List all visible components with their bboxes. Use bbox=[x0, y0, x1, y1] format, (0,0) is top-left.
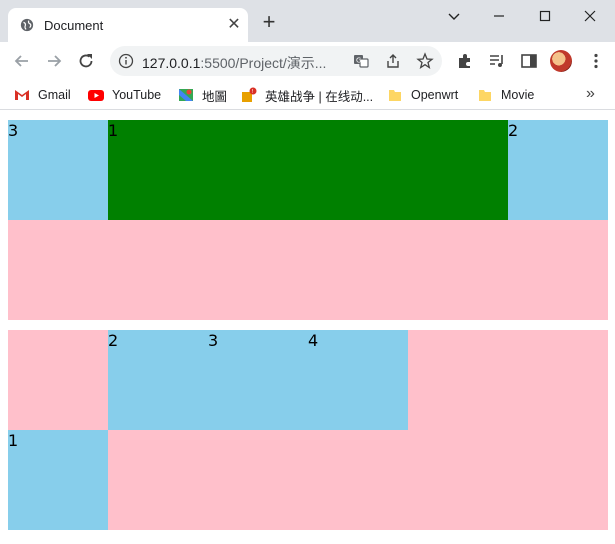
close-tab-icon[interactable]: ✕ bbox=[226, 17, 242, 33]
bookmark-openwrt[interactable]: Openwrt bbox=[387, 86, 458, 104]
globe-icon bbox=[20, 18, 34, 32]
address-bar[interactable]: 127.0.0.1:5500/Project/演示... G bbox=[110, 46, 442, 76]
folder-icon bbox=[477, 87, 493, 103]
bookmark-label: Movie bbox=[501, 88, 535, 102]
bookmark-label: 地圖 bbox=[202, 89, 228, 104]
grid-item-3: 3 bbox=[208, 330, 308, 430]
grid-item-2: 2 bbox=[108, 330, 208, 430]
bookmark-game[interactable]: ! 英雄战争 | 在线动... bbox=[241, 86, 373, 104]
more-bookmarks-icon[interactable]: » bbox=[586, 85, 595, 103]
maximize-icon[interactable] bbox=[535, 6, 555, 26]
url-text: 127.0.0.1:5500/Project/演示... bbox=[142, 53, 326, 73]
gmail-icon bbox=[14, 87, 30, 103]
chevron-down-icon[interactable] bbox=[444, 6, 464, 26]
url-path: :5500/Project/演示... bbox=[200, 55, 327, 71]
reload-icon[interactable] bbox=[76, 51, 96, 71]
profile-avatar[interactable] bbox=[550, 50, 572, 72]
minimize-icon[interactable] bbox=[489, 6, 509, 26]
grid-container-1: 3 1 2 bbox=[8, 120, 608, 320]
svg-text:G: G bbox=[356, 57, 361, 65]
media-icon[interactable] bbox=[487, 51, 507, 71]
close-window-icon[interactable] bbox=[580, 6, 600, 26]
grid-item-1: 1 bbox=[108, 120, 508, 220]
menu-icon[interactable] bbox=[586, 51, 606, 71]
bookmark-youtube[interactable]: YouTube bbox=[88, 86, 161, 104]
game-icon: ! bbox=[241, 87, 257, 103]
grid-item-3: 3 bbox=[8, 120, 108, 220]
toolbar: 127.0.0.1:5500/Project/演示... G bbox=[0, 42, 615, 80]
grid-item-4: 4 bbox=[308, 330, 408, 430]
bookmark-label: 英雄战争 | 在线动... bbox=[265, 89, 374, 104]
forward-icon[interactable] bbox=[44, 51, 64, 71]
info-icon[interactable] bbox=[118, 53, 134, 69]
bookmark-label: Openwrt bbox=[411, 88, 459, 102]
folder-icon bbox=[387, 87, 403, 103]
bookmark-label: YouTube bbox=[112, 88, 162, 102]
svg-text:!: ! bbox=[252, 89, 254, 95]
share-icon[interactable] bbox=[384, 52, 402, 70]
bookmarks-bar: Gmail YouTube 地圖 ! 英雄战争 | 在线动... Openwrt bbox=[0, 80, 615, 110]
bookmark-gmail[interactable]: Gmail bbox=[14, 86, 71, 104]
page-content: 3 1 2 2 3 4 1 bbox=[0, 111, 615, 544]
bookmark-maps[interactable]: 地圖 bbox=[178, 86, 227, 104]
translate-icon[interactable]: G bbox=[352, 52, 370, 70]
title-bar: Document ✕ + bbox=[0, 0, 615, 42]
grid-container-2: 2 3 4 1 bbox=[8, 330, 608, 530]
youtube-icon bbox=[88, 87, 104, 103]
side-panel-icon[interactable] bbox=[519, 51, 539, 71]
tab-title: Document bbox=[44, 18, 104, 33]
star-icon[interactable] bbox=[416, 52, 434, 70]
back-icon[interactable] bbox=[12, 51, 32, 71]
grid-item-1: 1 bbox=[8, 430, 108, 530]
url-host: 127.0.0.1 bbox=[142, 55, 201, 71]
tab-document[interactable]: Document ✕ bbox=[8, 8, 248, 42]
browser-window: Document ✕ + 127.0.0.1:5500/Project/演示..… bbox=[0, 0, 615, 544]
extensions-icon[interactable] bbox=[455, 51, 475, 71]
bookmark-movie[interactable]: Movie bbox=[477, 86, 534, 104]
grid-item-2: 2 bbox=[508, 120, 608, 220]
new-tab-button[interactable]: + bbox=[259, 11, 279, 33]
bookmark-label: Gmail bbox=[38, 88, 71, 102]
maps-icon bbox=[178, 87, 194, 103]
